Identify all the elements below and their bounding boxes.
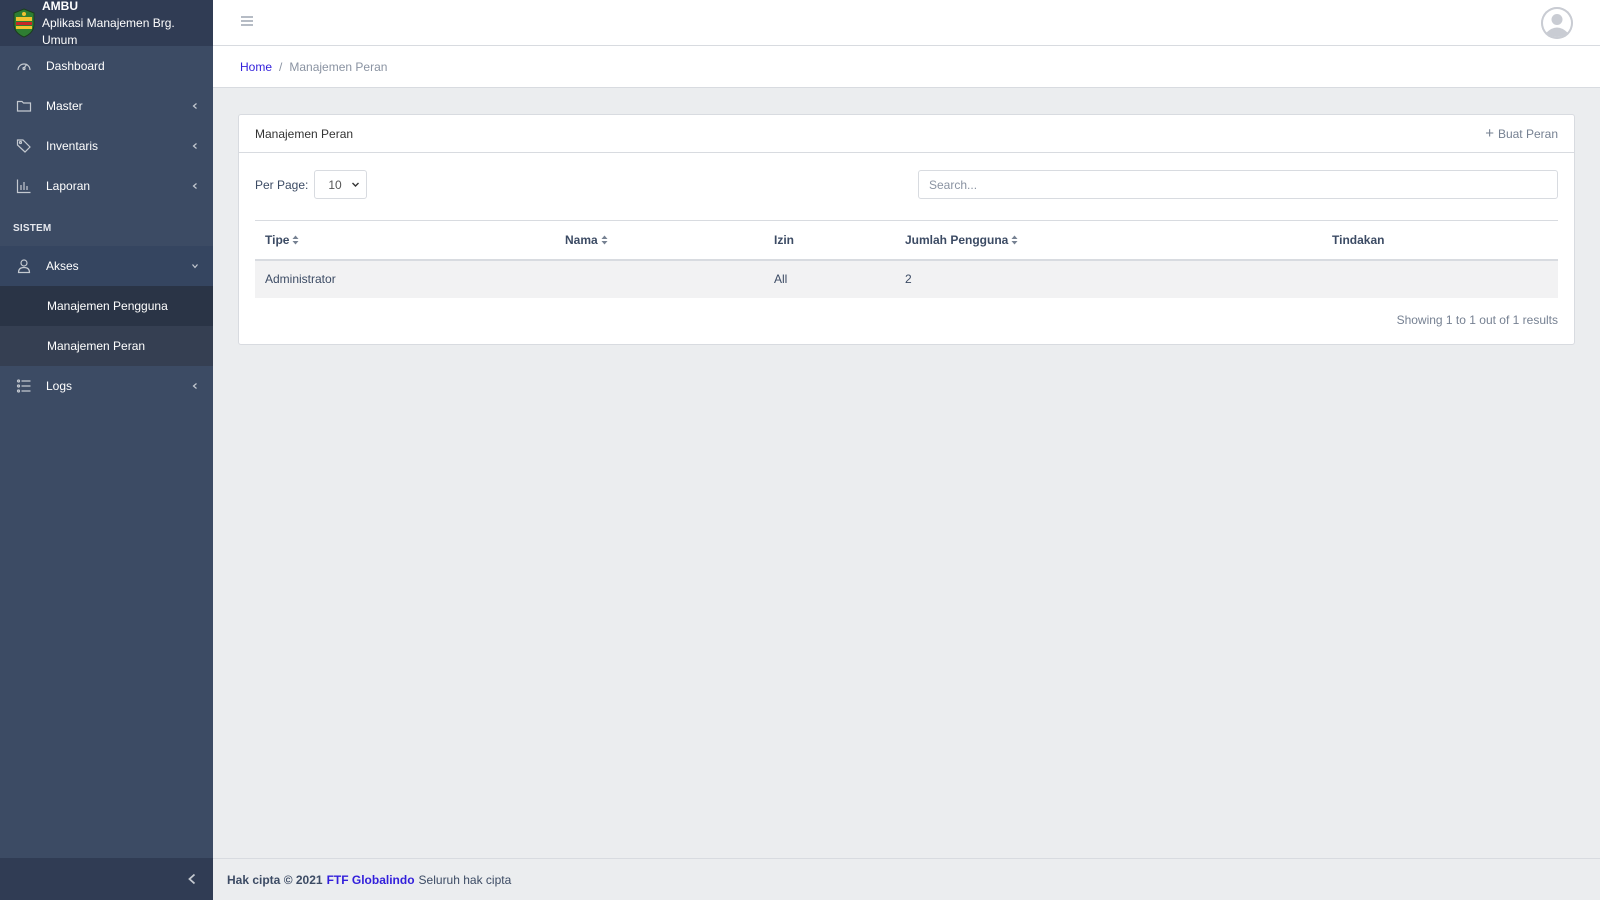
footer-rights: Seluruh hak cipta <box>418 872 512 887</box>
sort-icon <box>292 235 299 245</box>
chevron-left-icon <box>192 383 197 389</box>
chevron-down-icon <box>192 264 198 269</box>
sidebar-item-laporan[interactable]: Laporan <box>0 166 213 206</box>
breadcrumb-home[interactable]: Home <box>240 60 272 74</box>
list-icon <box>16 378 32 394</box>
per-page-select[interactable]: 10 <box>314 170 368 199</box>
cell-izin: All <box>764 259 895 298</box>
folder-icon <box>16 98 32 114</box>
card-header: Manajemen Peran + Buat Peran <box>239 115 1574 153</box>
sidebar-item-dashboard[interactable]: Dashboard <box>0 46 213 86</box>
per-page-label: Per Page: <box>255 177 309 192</box>
speedometer-icon <box>16 58 32 74</box>
sidebar-item-inventaris[interactable]: Inventaris <box>0 126 213 166</box>
search-input[interactable] <box>918 170 1558 199</box>
chevron-left-icon <box>192 143 197 149</box>
column-label: Nama <box>565 232 598 247</box>
user-avatar-icon <box>1541 7 1573 39</box>
cell-nama <box>555 259 764 298</box>
brand[interactable]: AMBU Aplikasi Manajemen Brg. Umum <box>0 0 213 47</box>
sidebar-item-akses[interactable]: Akses <box>0 246 213 286</box>
sidebar-item-label: Dashboard <box>46 59 105 73</box>
sidebar-item-logs[interactable]: Logs <box>0 366 213 406</box>
sort-icon <box>601 235 608 245</box>
sort-icon <box>1011 235 1018 245</box>
column-header-nama[interactable]: Nama <box>555 220 764 261</box>
column-header-izin: Izin <box>764 220 895 261</box>
chevron-left-icon <box>192 183 197 189</box>
sidebar-minimize-button[interactable] <box>0 858 213 900</box>
pagination-summary: Showing 1 to 1 out of 1 results <box>1396 313 1558 327</box>
logo-icon <box>13 8 35 38</box>
column-label: Jumlah Pengguna <box>905 232 1009 247</box>
per-page-control: Per Page: 10 <box>255 170 368 199</box>
sidebar-item-label: Logs <box>46 379 73 393</box>
cell-jumlah-pengguna: 2 <box>895 259 1322 298</box>
column-header-jumlah-pengguna[interactable]: Jumlah Pengguna <box>895 220 1322 261</box>
footer-copyright: Hak cipta © 2021 <box>227 872 323 887</box>
brand-title: AMBU <box>42 0 78 13</box>
chevron-down-icon <box>352 182 360 187</box>
breadcrumb: Home / Manajemen Peran <box>213 46 1600 88</box>
breadcrumb-current: Manajemen Peran <box>289 59 388 74</box>
column-label: Tipe <box>265 232 290 247</box>
chevron-left-icon <box>188 873 196 885</box>
plus-icon: + <box>1485 124 1494 142</box>
sidebar: AMBU Aplikasi Manajemen Brg. Umum Dashbo… <box>0 0 213 900</box>
sidebar-item-label: Laporan <box>46 179 91 193</box>
sidebar-item-master[interactable]: Master <box>0 86 213 126</box>
cell-tindakan <box>1322 259 1558 298</box>
breadcrumb-separator: / <box>279 59 283 74</box>
sidebar-item-label: Inventaris <box>46 139 99 153</box>
column-header-tindakan: Tindakan <box>1322 220 1558 261</box>
menu-toggle-icon[interactable] <box>241 15 253 27</box>
create-role-button[interactable]: + Buat Peran <box>1485 124 1558 142</box>
chart-icon <box>16 178 32 194</box>
column-label: Tindakan <box>1332 232 1385 247</box>
column-label: Izin <box>774 232 794 247</box>
chevron-left-icon <box>192 103 197 109</box>
footer: Hak cipta © 2021 FTF Globalindo Seluruh … <box>213 858 1600 900</box>
user-icon <box>16 258 32 274</box>
roles-table: Tipe Nama Izin Jumlah Pengguna Tindakan … <box>255 220 1558 298</box>
roles-card: Manajemen Peran + Buat Peran Per Page: 1… <box>238 114 1575 345</box>
sidebar-item-label: Master <box>46 99 83 113</box>
column-header-tipe[interactable]: Tipe <box>255 220 555 261</box>
cell-tipe: Administrator <box>255 259 555 298</box>
sidebar-item-manajemen-pengguna[interactable]: Manajemen Pengguna <box>0 286 213 326</box>
brand-subtitle: Aplikasi Manajemen Brg. Umum <box>42 15 175 47</box>
table-row[interactable]: Administrator All 2 <box>255 259 1558 298</box>
sidebar-item-label: Akses <box>46 259 79 273</box>
sidebar-item-manajemen-peran[interactable]: Manajemen Peran <box>0 326 213 366</box>
per-page-value: 10 <box>328 177 342 192</box>
card-title: Manajemen Peran <box>255 126 354 141</box>
header <box>213 0 1600 46</box>
avatar[interactable] <box>1541 7 1573 39</box>
create-role-label: Buat Peran <box>1497 126 1558 141</box>
sidebar-section-title: SISTEM <box>13 223 52 234</box>
footer-company-link[interactable]: FTF Globalindo <box>327 873 415 887</box>
tags-icon <box>16 138 32 154</box>
